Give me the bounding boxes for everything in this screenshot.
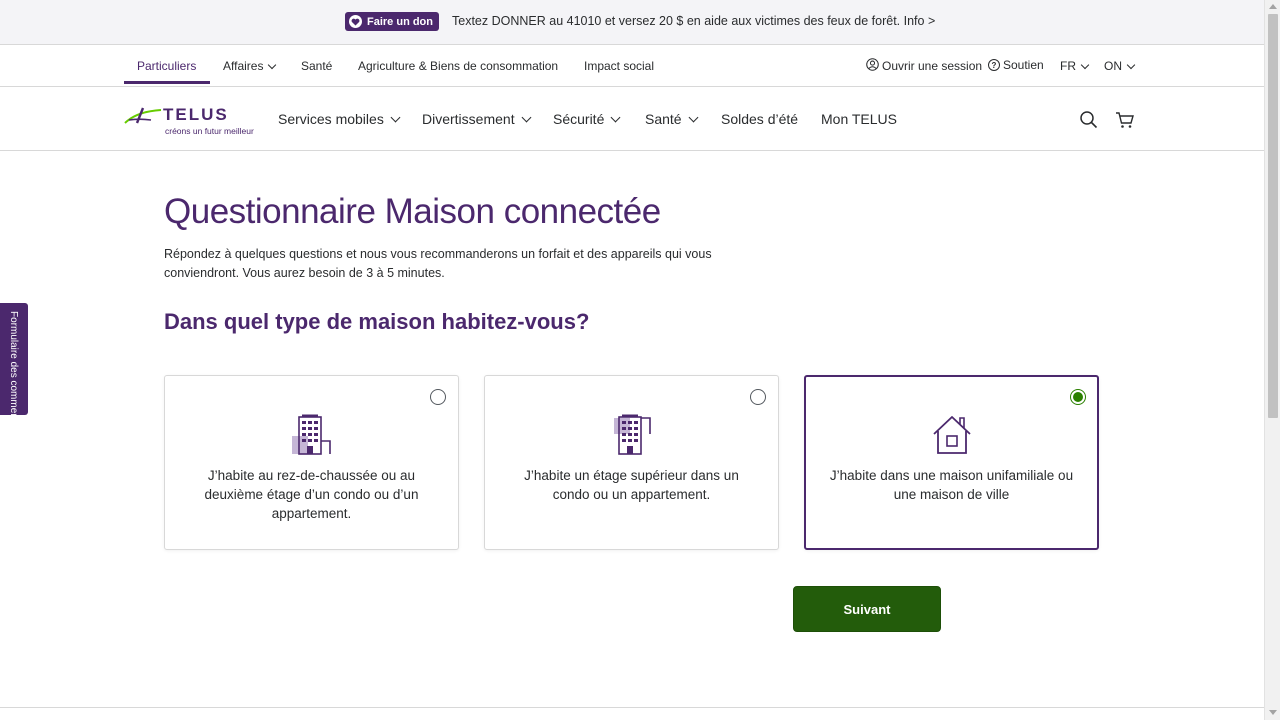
help-icon: ? — [988, 59, 1000, 71]
scroll-down-arrow-icon[interactable] — [1269, 710, 1277, 715]
option-card-low-rise[interactable]: J’habite au rez-de-chaussée ou au deuxiè… — [164, 375, 459, 550]
chevron-down-icon — [268, 60, 277, 69]
high-rise-building-icon — [610, 414, 654, 456]
nav-services-mobiles[interactable]: Services mobiles — [278, 111, 401, 127]
next-button[interactable]: Suivant — [793, 586, 941, 632]
segment-label: Impact social — [584, 59, 655, 73]
nav-label: Services mobiles — [278, 111, 384, 127]
chevron-down-icon — [1126, 60, 1136, 69]
segment-label: Agriculture & Biens de consommation — [358, 59, 559, 73]
chevron-down-icon — [688, 112, 699, 122]
nav-label: Soldes d’été — [721, 111, 799, 127]
segment-sante[interactable]: Santé — [301, 59, 332, 73]
chevron-down-icon — [610, 112, 621, 122]
support-link[interactable]: ? Soutien — [988, 58, 1044, 72]
user-icon — [866, 58, 879, 74]
page-title: Questionnaire Maison connectée — [164, 192, 661, 231]
page-intro: Répondez à quelques questions et nous vo… — [164, 247, 712, 280]
telus-leaf-icon — [124, 107, 162, 124]
chevron-down-icon — [1080, 60, 1090, 69]
segment-impact-social[interactable]: Impact social — [584, 59, 654, 73]
option-radio-selected[interactable] — [1070, 389, 1086, 405]
logo-wordmark: TELUS — [163, 105, 229, 124]
province-selector[interactable]: ON — [1104, 59, 1136, 73]
segment-label: Affaires — [223, 59, 264, 73]
segment-label: Particuliers — [137, 59, 197, 73]
promo-message-link[interactable]: Textez DONNER au 41010 et versez 20 $ en… — [452, 14, 935, 28]
language-selector[interactable]: FR — [1060, 59, 1090, 73]
option-radio[interactable] — [430, 389, 446, 405]
sign-in-label: Ouvrir une session — [882, 59, 983, 73]
active-segment-indicator — [124, 81, 210, 84]
feedback-form-tab[interactable]: Formulaire des comment — [0, 303, 28, 422]
segment-affaires[interactable]: Affaires — [223, 59, 277, 73]
scrollbar-thumb[interactable] — [1268, 14, 1278, 418]
option-label: J’habite au rez-de-chaussée ou au deuxiè… — [204, 468, 419, 521]
option-radio[interactable] — [750, 389, 766, 405]
nav-securite[interactable]: Sécurité — [553, 111, 621, 127]
sign-in-link[interactable]: Ouvrir une session — [866, 58, 982, 74]
option-label: J’habite un étage supérieur dans un cond… — [524, 468, 739, 502]
main-nav: TELUS créons un futur meilleur Services … — [0, 87, 1264, 151]
cart-icon[interactable] — [1115, 110, 1135, 130]
segment-particuliers[interactable]: Particuliers — [137, 59, 196, 73]
province-label: ON — [1104, 59, 1122, 73]
segment-agriculture[interactable]: Agriculture & Biens de consommation — [358, 59, 558, 73]
feedback-tab-label: Formulaire des comment — [8, 311, 19, 422]
segment-label: Santé — [301, 59, 333, 73]
nav-soldes-ete[interactable]: Soldes d’été — [721, 111, 798, 127]
scroll-up-arrow-icon[interactable] — [1269, 4, 1277, 9]
question-heading: Dans quel type de maison habitez-vous? — [164, 309, 590, 334]
house-icon — [930, 414, 974, 456]
nav-mon-telus[interactable]: Mon TELUS — [821, 111, 897, 127]
promo-banner: Faire un don Textez DONNER au 41010 et v… — [0, 0, 1264, 45]
nav-label: Divertissement — [422, 111, 515, 127]
option-card-high-rise[interactable]: J’habite un étage supérieur dans un cond… — [484, 375, 779, 550]
nav-label: Sécurité — [553, 111, 605, 127]
utility-nav: Particuliers Affaires Santé Agriculture … — [0, 45, 1264, 87]
heart-icon — [349, 15, 362, 28]
donate-button[interactable]: Faire un don — [345, 12, 439, 31]
option-label: J’habite dans une maison unifamiliale ou… — [829, 468, 1074, 502]
nav-label: Mon TELUS — [821, 111, 897, 127]
telus-logo[interactable]: TELUS créons un futur meilleur — [123, 105, 255, 139]
chevron-down-icon — [521, 112, 532, 122]
low-rise-building-icon — [290, 414, 334, 456]
nav-sante[interactable]: Santé — [645, 111, 699, 127]
footer-divider — [0, 707, 1264, 708]
logo-tagline: créons un futur meilleur — [165, 126, 254, 136]
donate-button-label: Faire un don — [367, 15, 433, 28]
page-scrollbar[interactable] — [1264, 0, 1280, 720]
search-icon[interactable] — [1079, 110, 1099, 130]
nav-divertissement[interactable]: Divertissement — [422, 111, 532, 127]
nav-label: Santé — [645, 111, 682, 127]
support-label: Soutien — [1003, 58, 1044, 72]
option-card-house[interactable]: J’habite dans une maison unifamiliale ou… — [804, 375, 1099, 550]
chevron-down-icon — [390, 112, 401, 122]
language-label: FR — [1060, 59, 1076, 73]
